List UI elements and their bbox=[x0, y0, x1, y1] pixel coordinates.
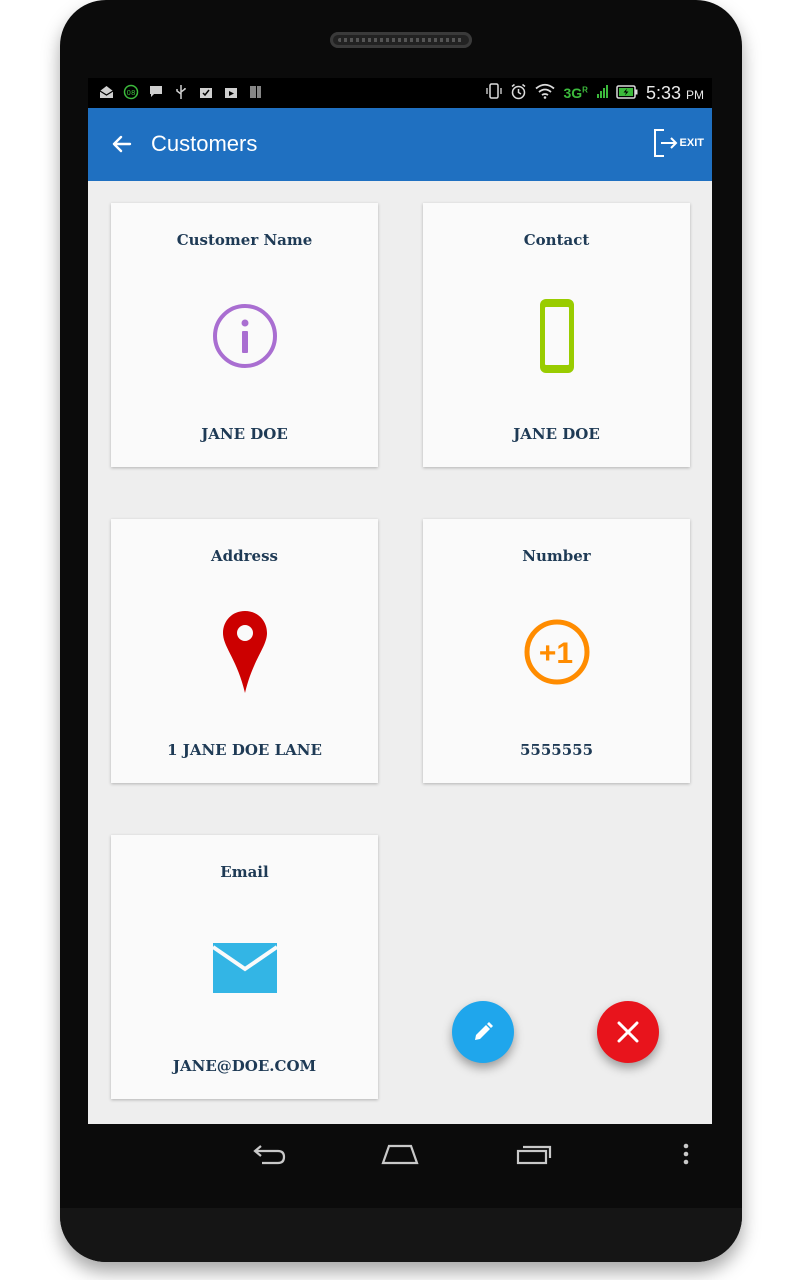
nav-back-icon bbox=[253, 1145, 286, 1165]
exit-icon bbox=[653, 129, 677, 157]
phone-chin bbox=[60, 1208, 742, 1262]
back-button[interactable] bbox=[108, 130, 136, 158]
smartphone-icon bbox=[517, 296, 597, 376]
card-customer-name[interactable]: Customer Name JANE DOE bbox=[111, 203, 378, 467]
vibrate-icon bbox=[486, 82, 503, 104]
nav-recents-button[interactable] bbox=[514, 1138, 554, 1170]
wifi-icon bbox=[535, 83, 556, 103]
alarm-icon bbox=[510, 83, 527, 104]
download-done-icon bbox=[198, 84, 214, 100]
navigation-bar bbox=[88, 1124, 712, 1184]
envelope-icon bbox=[205, 928, 285, 1008]
card-title: Email bbox=[220, 863, 269, 881]
card-value: 5555555 bbox=[519, 741, 594, 759]
store-notification-icon bbox=[223, 84, 239, 100]
card-value: JANE DOE bbox=[201, 425, 288, 443]
badge-notification-icon: 08 bbox=[123, 84, 139, 100]
card-value: JANE@DOE.COM bbox=[172, 1057, 317, 1075]
card-title: Customer Name bbox=[176, 231, 313, 249]
card-title: Address bbox=[211, 547, 278, 565]
network-type: 3GR bbox=[563, 85, 588, 101]
card-address[interactable]: Address 1 JANE DOE LANE bbox=[111, 519, 378, 783]
chat-notification-icon bbox=[148, 84, 164, 100]
signal-icon bbox=[596, 83, 608, 103]
barcode-icon bbox=[248, 84, 264, 100]
close-icon bbox=[617, 1021, 639, 1043]
exit-label: EXIT bbox=[679, 137, 704, 149]
nav-home-icon bbox=[381, 1144, 419, 1165]
usb-icon bbox=[173, 84, 189, 100]
clock: 5:33 PM bbox=[645, 82, 704, 103]
phone-speaker bbox=[330, 32, 472, 48]
nav-menu-button[interactable] bbox=[666, 1138, 706, 1170]
card-email[interactable]: Email JANE@DOE.COM bbox=[111, 835, 378, 1099]
pencil-icon bbox=[475, 1022, 493, 1040]
exit-button[interactable]: EXIT bbox=[652, 128, 704, 158]
battery-charging-icon bbox=[616, 84, 638, 103]
card-value: JANE DOE bbox=[513, 425, 600, 443]
info-icon bbox=[205, 296, 285, 376]
edit-button[interactable] bbox=[452, 1001, 514, 1063]
card-title: Contact bbox=[523, 231, 590, 249]
nav-back-button[interactable] bbox=[248, 1138, 288, 1170]
nav-recents-icon bbox=[516, 1145, 552, 1165]
card-number[interactable]: Number +1 5555555 bbox=[423, 519, 690, 783]
arrow-back-icon bbox=[112, 135, 132, 153]
page-title: Customers bbox=[151, 131, 258, 156]
card-value: 1 JANE DOE LANE bbox=[167, 741, 322, 759]
nav-home-button[interactable] bbox=[380, 1138, 420, 1170]
map-pin-icon bbox=[205, 611, 285, 693]
badge-number: 08 bbox=[127, 89, 136, 97]
mail-notification-icon bbox=[98, 84, 114, 100]
overflow-menu-icon bbox=[683, 1143, 689, 1165]
app-bar: Customers EXIT bbox=[88, 108, 712, 181]
card-title: Number bbox=[522, 547, 591, 565]
status-bar: 08 3GR 5:33 PM bbox=[88, 78, 712, 108]
plus-one-icon: +1 bbox=[517, 612, 597, 692]
plus-one-text: +1 bbox=[538, 637, 572, 670]
close-button[interactable] bbox=[597, 1001, 659, 1063]
customer-detail-grid: Customer Name JANE DOE Contact JANE DOE … bbox=[88, 181, 712, 1124]
card-contact[interactable]: Contact JANE DOE bbox=[423, 203, 690, 467]
